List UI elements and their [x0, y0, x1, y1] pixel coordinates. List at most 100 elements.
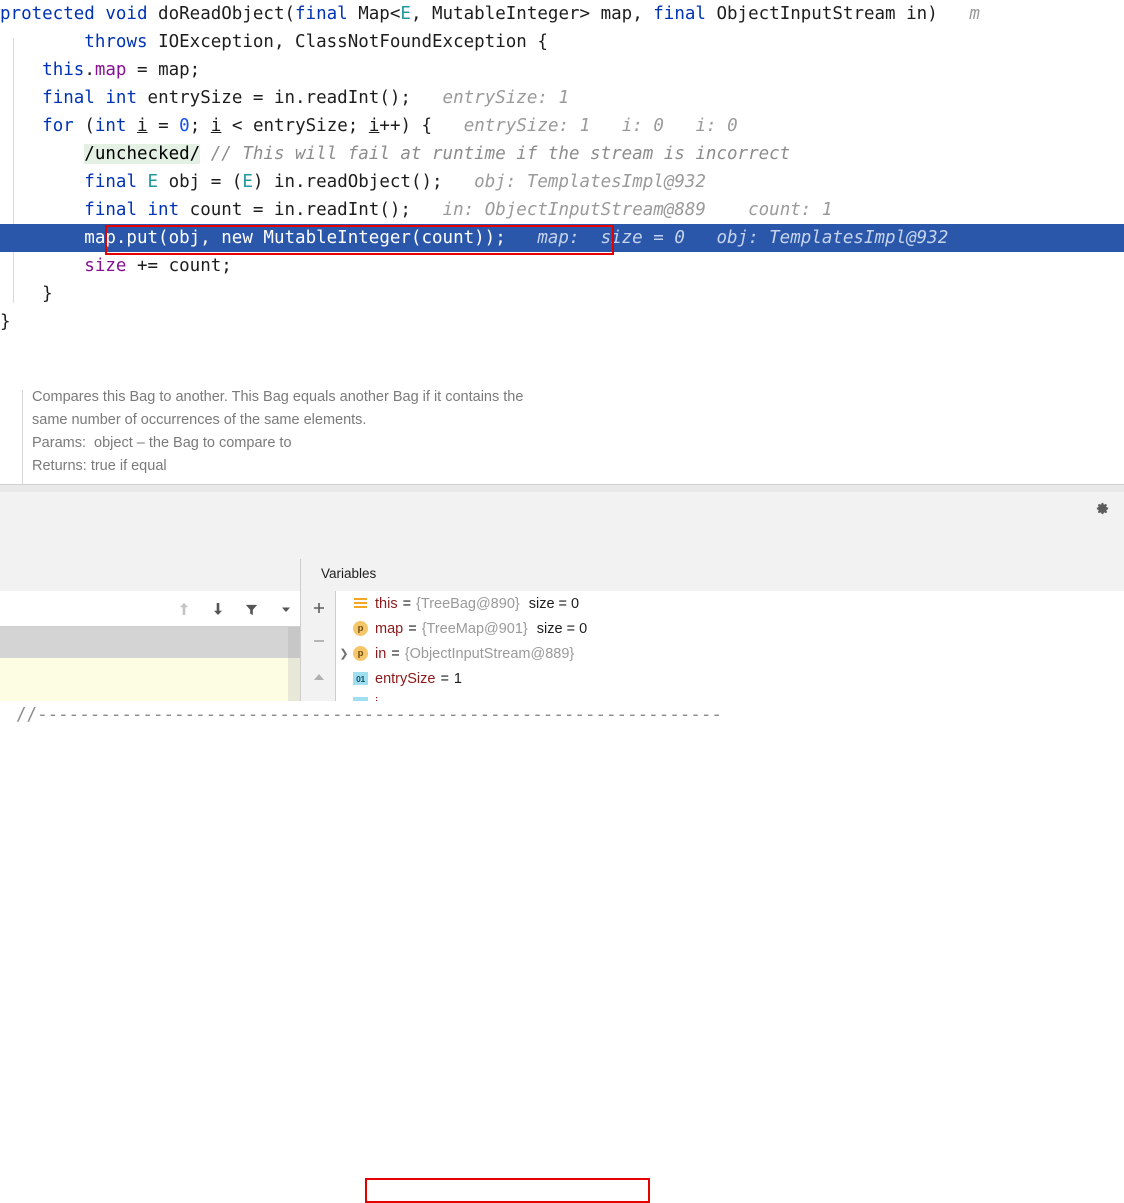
code-token: final	[653, 4, 717, 24]
doc-left-rule	[22, 390, 23, 491]
code-lines[interactable]: protected void doReadObject(final Map<E,…	[0, 0, 1124, 336]
filter-icon[interactable]	[237, 595, 265, 623]
frames-scrollbar-thumb[interactable]	[288, 627, 300, 658]
code-token: E	[242, 172, 253, 192]
variables-tree[interactable]: this = {TreeBag@890} size = 0 p map = {TreeMap@…	[336, 591, 1124, 701]
code-line[interactable]: size += count;	[0, 252, 1124, 280]
frames-pane[interactable]	[0, 591, 301, 701]
add-watch-button[interactable]	[301, 593, 336, 625]
frames-scrollbar[interactable]	[288, 627, 300, 701]
variable-value: {TreeBag@890}	[416, 595, 520, 612]
variable-value: 1	[453, 670, 462, 687]
tab-variables[interactable]: Variables	[321, 566, 376, 581]
code-token: obj = (	[168, 172, 243, 192]
code-line[interactable]: throws IOException, ClassNotFoundExcepti…	[0, 28, 1124, 56]
code-line[interactable]: for (int i = 0; i < entrySize; i++) { en…	[0, 112, 1124, 140]
doc-text: Compares this Bag to another. This Bag e…	[32, 386, 652, 478]
doc-params: Params: object – the Bag to compare to	[32, 435, 292, 451]
doc-separator-area: //--------------------------------------…	[0, 343, 1124, 725]
collapse-up-button[interactable]	[301, 661, 336, 693]
debug-variables-tabstrip: Variables	[301, 559, 1124, 591]
code-token: in: ObjectInputStream@889 count: 1	[410, 200, 833, 220]
variable-row[interactable]: this = {TreeBag@890} size = 0	[336, 591, 1124, 616]
variable-row[interactable]: 01 entrySize = 1	[336, 666, 1124, 691]
parameter-icon: p	[352, 645, 369, 662]
code-token: i	[368, 116, 380, 136]
code-token: int	[105, 88, 148, 108]
debug-panel: Variables this = {TreeBag@890} size = 0 …	[0, 559, 1124, 1203]
code-token: ) in.readObject();	[252, 172, 443, 192]
code-token: obj: TemplatesImpl@932	[442, 172, 706, 192]
code-line[interactable]: final int count = in.readInt(); in: Obje…	[0, 196, 1124, 224]
code-editor[interactable]: protected void doReadObject(final Map<E,…	[0, 0, 1124, 343]
frame-row-preview[interactable]	[0, 658, 289, 701]
step-up-icon[interactable]	[170, 595, 198, 623]
code-token: map: size = 0 obj: TemplatesImpl@932	[505, 228, 949, 248]
primitive-icon: 01	[352, 695, 369, 701]
remove-watch-button[interactable]	[301, 625, 336, 657]
variable-name: this	[375, 595, 398, 612]
code-token: = map;	[126, 60, 201, 80]
code-token: new	[221, 228, 264, 248]
code-token: size	[84, 256, 127, 276]
code-token: this	[42, 60, 85, 80]
variable-size: size = 0	[528, 595, 580, 612]
code-line[interactable]: }	[0, 308, 1124, 336]
code-token: MutableInteger(count));	[263, 228, 506, 248]
code-line[interactable]: final int entrySize = in.readInt(); entr…	[0, 84, 1124, 112]
code-token: ObjectInputStream in)	[716, 4, 938, 24]
code-token: // This will fail at runtime if the stre…	[200, 144, 791, 164]
dropdown-chevron-icon[interactable]	[272, 595, 300, 623]
gear-icon[interactable]	[1092, 498, 1112, 518]
code-token: for	[42, 116, 85, 136]
code-token: ++) {	[379, 116, 433, 136]
variable-row[interactable]: p map = {TreeMap@901} size = 0	[336, 616, 1124, 641]
code-line[interactable]: final E obj = (E) in.readObject(); obj: …	[0, 168, 1124, 196]
code-token: Map<	[358, 4, 401, 24]
code-line[interactable]: map.put(obj, new MutableInteger(count));…	[0, 224, 1124, 252]
code-line[interactable]: /unchecked/ // This will fail at runtime…	[0, 140, 1124, 168]
code-line[interactable]: protected void doReadObject(final Map<E,…	[0, 0, 1124, 28]
code-line[interactable]: }	[0, 280, 1124, 308]
expand-chevron-icon[interactable]: ❯	[336, 641, 352, 666]
variables-highlight-annotation	[365, 1178, 650, 1203]
object-icon	[352, 595, 369, 612]
code-token: (	[84, 116, 95, 136]
doc-paragraph-line-1: Compares this Bag to another. This Bag e…	[32, 389, 524, 405]
debug-tab-row: Variables	[0, 559, 1124, 591]
code-token: ;	[189, 116, 211, 136]
code-token: final	[42, 88, 106, 108]
code-token: final	[295, 4, 359, 24]
variable-row[interactable]: 01 i	[336, 691, 1124, 701]
frames-toolbar	[0, 591, 300, 627]
doc-paragraph-line-2: same number of occurrences of the same e…	[32, 412, 367, 428]
primitive-icon: 01	[352, 670, 369, 687]
code-line[interactable]: this.map = map;	[0, 56, 1124, 84]
frames-scrollbar-track-lower	[288, 658, 300, 701]
code-token: < entrySize;	[221, 116, 369, 136]
code-token: entrySize: 1 i: 0 i: 0	[432, 116, 738, 136]
frame-row-selected[interactable]	[0, 627, 289, 658]
code-token: int	[147, 200, 190, 220]
editor-tool-strip	[0, 492, 1124, 525]
parameter-icon: p	[352, 620, 369, 637]
code-token: count = in.readInt();	[189, 200, 411, 220]
variable-equals: =	[402, 595, 412, 612]
doc-dash-line: //--------------------------------------…	[16, 705, 722, 725]
step-down-icon[interactable]	[204, 595, 232, 623]
variable-equals: =	[408, 620, 417, 637]
code-token: , MutableInteger> map,	[410, 4, 654, 24]
variable-row[interactable]: ❯ p in = {ObjectInputStream@889}	[336, 641, 1124, 666]
code-token: IOException, ClassNotFoundException {	[158, 32, 548, 52]
